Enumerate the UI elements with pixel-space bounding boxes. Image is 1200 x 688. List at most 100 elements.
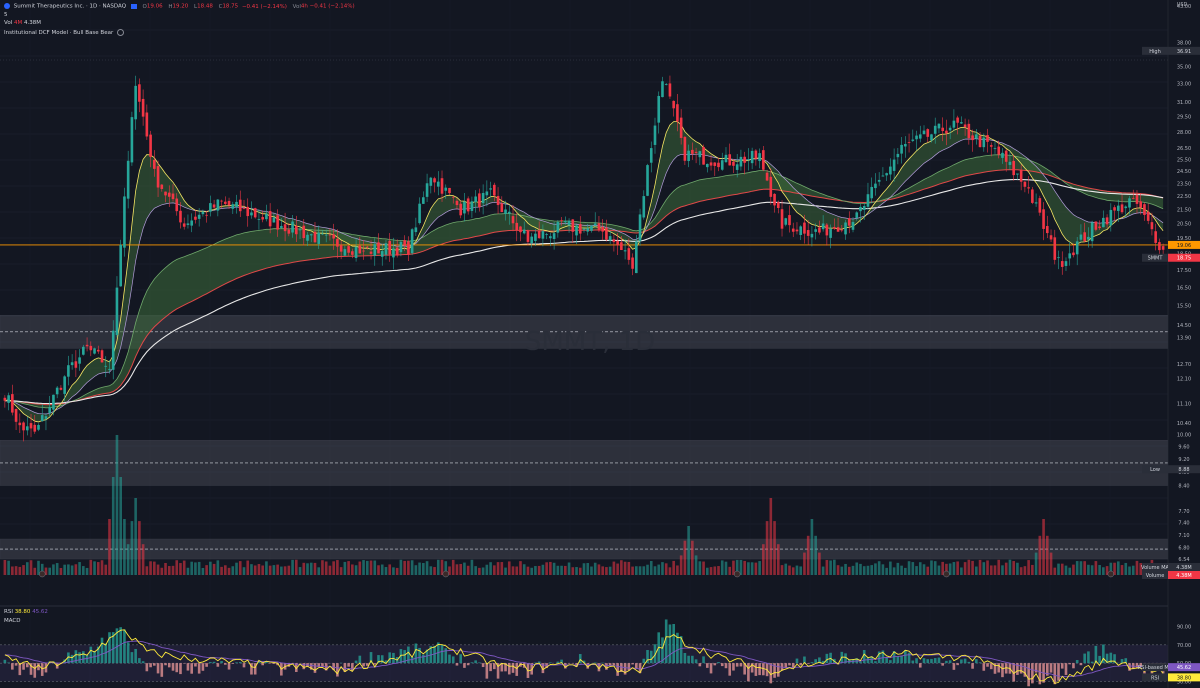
volume-bar <box>339 567 343 575</box>
candle-body <box>309 234 313 236</box>
macd-histogram-bar <box>758 663 761 676</box>
chart-root[interactable]: SMMT, 1D USD 43.00 38.00 35.00 33.00 31.00 29.5… <box>0 0 1200 688</box>
candle-body <box>900 144 903 154</box>
macd-histogram-bar <box>859 661 862 664</box>
macd-legend[interactable]: MACD <box>4 618 21 624</box>
candle-body <box>1034 202 1038 204</box>
volume-bar <box>758 561 761 575</box>
candle-body <box>138 84 141 102</box>
candle-body <box>1060 261 1064 267</box>
candle-body <box>407 241 410 255</box>
rsi-legend-value: 38.80 <box>14 609 31 615</box>
price-tick-label: 21.50 <box>1177 208 1191 214</box>
volume-bar <box>67 564 70 575</box>
volume-bar <box>791 567 795 575</box>
candle-body <box>3 397 7 401</box>
volume-bar <box>212 563 216 575</box>
volume-bar <box>829 560 832 575</box>
volume-bar <box>1068 567 1072 575</box>
price-chart[interactable]: SMMT, 1DUSD43.0038.0035.0033.0031.0029.5… <box>0 0 1200 688</box>
candle-body <box>1143 204 1146 215</box>
volume-bar <box>399 559 403 575</box>
flag-icon[interactable] <box>130 3 137 9</box>
volume-bar <box>556 565 560 575</box>
candle-body <box>608 236 612 241</box>
rsi-tag-value: 38.80 <box>1177 675 1191 681</box>
volume-bar <box>504 567 507 575</box>
settings-icon[interactable] <box>116 29 124 36</box>
candle-body <box>833 227 836 229</box>
symbol-watermark: SMMT, 1D <box>525 327 655 357</box>
candle-body <box>74 361 78 368</box>
volume-bar <box>1027 560 1030 575</box>
candle-body <box>1154 231 1157 243</box>
volume-bar <box>313 562 317 575</box>
volume-bar <box>455 564 459 575</box>
volume-bar <box>14 566 18 575</box>
price-tick-label: 23.50 <box>1177 181 1191 187</box>
macd-histogram-bar <box>138 658 141 664</box>
volume-bar <box>201 567 205 575</box>
volume-bar <box>963 562 967 575</box>
macd-histogram-bar <box>149 663 152 668</box>
candle-body <box>1008 161 1012 165</box>
symbol-title[interactable]: Summit Therapeutics Inc. · 1D · NASDAQ <box>14 4 126 10</box>
indicator-legend[interactable]: Institutional DCF Model · Bull Base Bear <box>4 29 124 36</box>
macd-histogram-bar <box>205 663 208 667</box>
candle-body <box>612 239 616 243</box>
candle-body <box>963 124 967 128</box>
candle-body <box>874 183 877 189</box>
candle-body <box>231 204 235 209</box>
volume-bar <box>601 566 604 575</box>
macd-histogram-bar <box>1064 663 1068 675</box>
volume-bar <box>743 560 746 575</box>
volume-bar <box>246 560 250 575</box>
event-marker-icon <box>442 570 450 578</box>
volume-bar <box>324 561 328 575</box>
volume-legend[interactable]: Vol 4M 4.38M <box>4 20 41 26</box>
volume-bar <box>418 562 421 575</box>
candle-body <box>821 223 825 230</box>
volume-bar <box>216 560 220 575</box>
macd-histogram-bar <box>549 662 552 664</box>
volume-bar <box>1008 559 1012 575</box>
volume-bar <box>1087 564 1090 575</box>
candle-body <box>70 362 74 366</box>
volume-bar <box>687 526 690 575</box>
candle-body <box>825 224 829 236</box>
volume-bar <box>25 562 29 575</box>
macd-histogram-bar <box>373 663 377 665</box>
price-tick-label: 29.50 <box>1177 115 1191 121</box>
candle-body <box>134 85 137 120</box>
macd-histogram-bar <box>470 662 474 664</box>
volume-bar <box>631 566 634 575</box>
volume-bar <box>302 562 306 575</box>
candle-body <box>425 183 429 197</box>
candle-body <box>623 250 627 252</box>
macd-histogram-bar <box>945 660 948 664</box>
candle-body <box>735 164 739 170</box>
candle-body <box>463 201 466 214</box>
candle-body <box>343 249 347 256</box>
candle-body <box>130 117 134 163</box>
volume-bar <box>347 561 350 575</box>
macd-histogram-bar <box>915 658 918 664</box>
candle-body <box>773 193 776 206</box>
volume-bar <box>530 567 533 575</box>
volume-bar <box>388 564 392 575</box>
candle-body <box>500 203 504 213</box>
volume-bar <box>186 567 190 575</box>
candle-body <box>145 112 149 137</box>
volume-bar <box>52 564 55 575</box>
candle-body <box>847 218 851 226</box>
volume-bar <box>380 564 384 575</box>
volume-bar <box>1124 562 1128 575</box>
volume-bar <box>429 566 433 575</box>
candle-body <box>1109 209 1113 226</box>
volume-bar <box>182 560 186 575</box>
rsi-legend[interactable]: RSI 38.80 45.62 <box>4 609 48 615</box>
candle-body <box>948 127 952 131</box>
volume-bar <box>676 565 679 575</box>
price-tick-label: 12.10 <box>1177 376 1191 382</box>
candle-body <box>657 95 661 123</box>
